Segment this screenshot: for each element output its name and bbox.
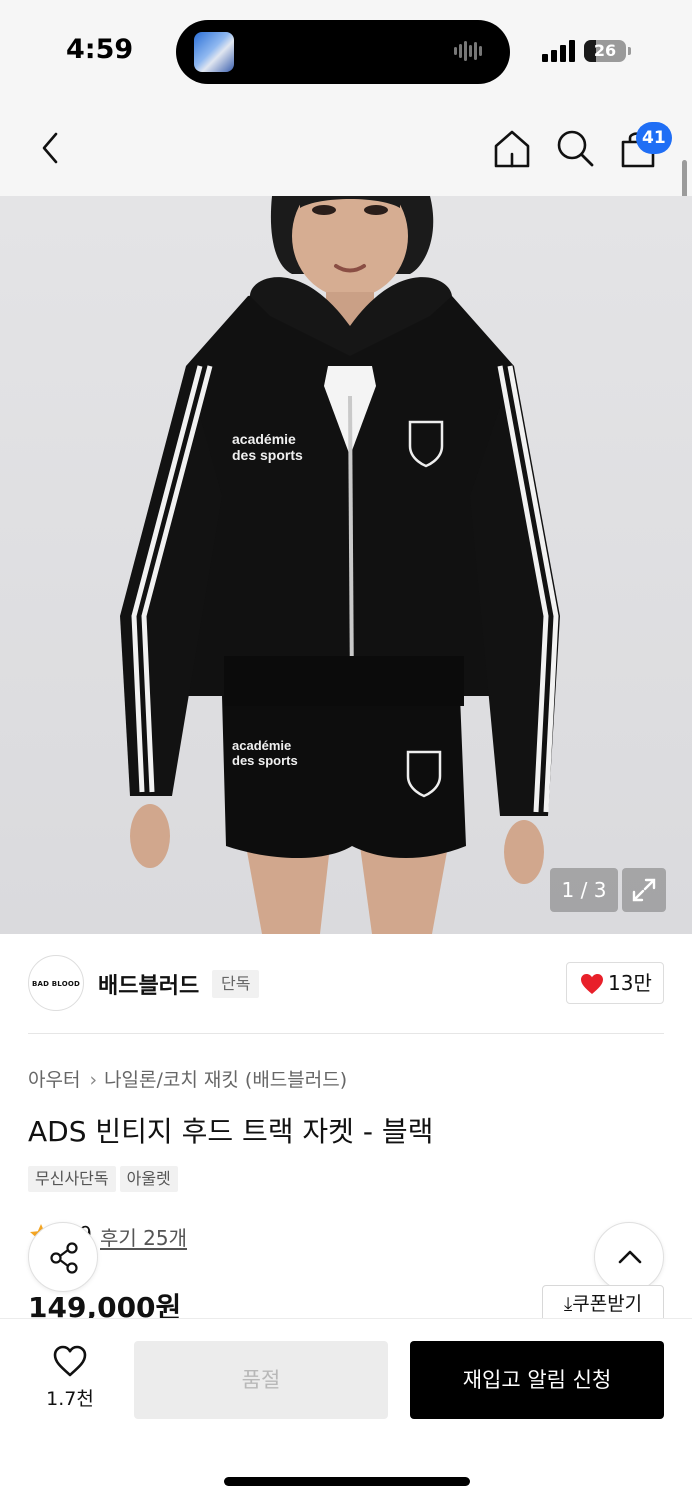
image-counter: 1 / 3 bbox=[550, 868, 618, 912]
status-time: 4:59 bbox=[66, 34, 134, 65]
svg-text:académie: académie bbox=[232, 431, 296, 447]
product-tags: 무신사단독 아울렛 bbox=[28, 1166, 182, 1192]
share-button[interactable] bbox=[28, 1222, 98, 1292]
audio-wave-icon bbox=[454, 40, 490, 64]
sold-out-button[interactable]: 품절 bbox=[134, 1341, 388, 1419]
svg-text:des sports: des sports bbox=[232, 753, 298, 768]
search-button[interactable] bbox=[553, 126, 597, 170]
svg-text:des sports: des sports bbox=[232, 447, 303, 463]
exclusive-tag: 단독 bbox=[212, 970, 260, 998]
now-playing-artwork bbox=[194, 32, 234, 72]
brand-logo[interactable]: BAD BLOOD bbox=[28, 955, 84, 1011]
breadcrumb: 아우터 › 나일론/코치 재킷 (배드블러드) bbox=[28, 1065, 347, 1092]
expand-icon bbox=[632, 878, 656, 902]
product-image[interactable]: académie des sports académie des sports bbox=[0, 196, 692, 934]
cart-count-badge: 41 bbox=[636, 122, 672, 154]
wishlist-button[interactable]: 1.7천 bbox=[28, 1340, 112, 1416]
heart-filled-icon bbox=[581, 974, 603, 994]
product-title: ADS 빈티지 후드 트랙 자켓 - 블랙 bbox=[28, 1115, 434, 1148]
chevron-up-icon bbox=[618, 1250, 642, 1264]
download-icon: ⤓ bbox=[563, 1293, 573, 1315]
top-nav bbox=[0, 100, 692, 196]
signal-icon bbox=[542, 40, 576, 62]
home-icon bbox=[494, 130, 530, 168]
share-icon bbox=[50, 1242, 78, 1274]
brand-name[interactable]: 배드블러드 bbox=[98, 968, 199, 1000]
chevron-left-icon bbox=[42, 132, 58, 164]
coupon-label: 쿠폰받기 bbox=[572, 1293, 643, 1315]
restock-alert-button[interactable]: 재입고 알림 신청 bbox=[410, 1341, 664, 1419]
home-button[interactable] bbox=[490, 126, 534, 170]
product-photo-illustration: académie des sports académie des sports bbox=[120, 196, 560, 934]
search-icon bbox=[557, 130, 594, 167]
brand-like-button[interactable]: 13만 bbox=[566, 962, 664, 1004]
product-tag: 아울렛 bbox=[119, 1166, 178, 1192]
divider bbox=[28, 1033, 664, 1034]
heart-outline-icon bbox=[53, 1345, 87, 1377]
battery-icon: 26 bbox=[584, 40, 626, 62]
status-bar: 4:59 26 bbox=[0, 0, 692, 100]
breadcrumb-category[interactable]: 아우터 bbox=[28, 1069, 80, 1091]
product-tag: 무신사단독 bbox=[28, 1166, 116, 1192]
wishlist-count: 1.7천 bbox=[46, 1388, 94, 1410]
review-link[interactable]: 후기 25개 bbox=[100, 1222, 187, 1251]
breadcrumb-subcategory[interactable]: 나일론/코치 재킷 (배드블러드) bbox=[104, 1069, 347, 1091]
brand-like-count: 13만 bbox=[608, 971, 652, 995]
battery-level: 26 bbox=[593, 41, 617, 60]
home-indicator[interactable] bbox=[224, 1477, 470, 1486]
svg-text:académie: académie bbox=[232, 738, 291, 753]
expand-image-button[interactable] bbox=[622, 868, 666, 912]
dynamic-island[interactable] bbox=[176, 20, 510, 84]
battery-nub bbox=[628, 47, 631, 55]
scroll-top-button[interactable] bbox=[594, 1222, 664, 1292]
chevron-right-icon: › bbox=[89, 1069, 98, 1091]
back-button[interactable] bbox=[28, 126, 72, 170]
